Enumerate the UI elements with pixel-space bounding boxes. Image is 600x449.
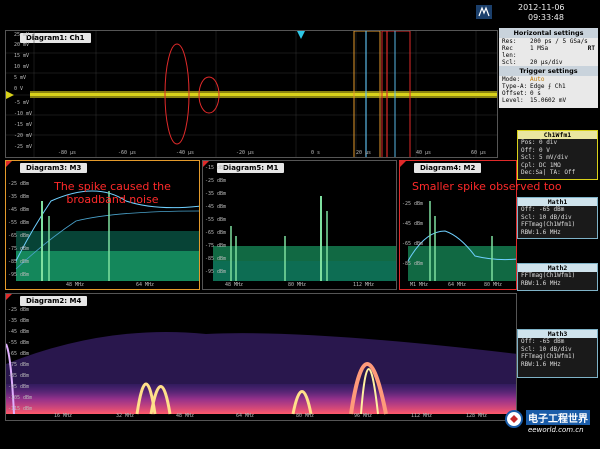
annotation-left: The spike caused the broadband noise (54, 180, 171, 206)
d1-xtick: -80 µs (58, 150, 77, 156)
d1-ytick: -10 mV (14, 111, 33, 117)
diagram1-ch1[interactable]: Diagram1: Ch1 25 mV 20 mV 15 mV 10 mV 5 … (5, 30, 498, 158)
watermark-en: eeworld.com.cn (528, 426, 584, 434)
d1-xtick: 40 µs (416, 150, 432, 156)
math3-box[interactable]: Math3 Off: -65 dBm Scl: 10 dB/div FFTmag… (517, 329, 598, 378)
d1-ytick: 0 V (14, 86, 24, 92)
d1-ytick: -15 mV (14, 122, 33, 128)
ch1-waveform-box[interactable]: Ch1Wfm1 Pos: 0 div Off: 0 V Scl: 5 mV/di… (517, 130, 598, 180)
rt-badge: RT (587, 45, 595, 52)
trigger-settings-title: Trigger settings (499, 66, 598, 76)
horizontal-settings-title: Horizontal settings (499, 28, 598, 38)
d1-ytick: 5 mV (14, 75, 27, 81)
annotation-right: Smaller spike observed too (412, 180, 562, 193)
d1-xtick: -60 µs (118, 150, 137, 156)
horizontal-settings-panel[interactable]: Horizontal settings Res: 200 ps / 5 GSa/s… (499, 28, 598, 66)
diagram5-m1[interactable]: Diagram5: M1 -15 dBm -25 dBm -35 dBm -45… (202, 160, 397, 290)
math3-title: Math3 (518, 330, 597, 338)
watermark-logo-icon (505, 410, 523, 428)
d1-ytick: 25 mV (14, 32, 30, 38)
d1-xtick: 20 µs (356, 150, 372, 156)
d1-ytick: -20 mV (14, 133, 33, 139)
math2-box[interactable]: Math2 FFTmag(Ch1Wfm1) RBW:1.6 MHz (517, 263, 598, 291)
d1-xtick: -20 µs (236, 150, 255, 156)
d1-xtick: -40 µs (176, 150, 195, 156)
diagram2-m4[interactable]: Diagram2: M4 -25 dBm -35 dBm -45 dBm -55… (5, 293, 517, 421)
d1-ytick: 20 mV (14, 42, 30, 48)
d1-xtick: 0 s (311, 150, 321, 156)
d1-ytick: 15 mV (14, 53, 30, 59)
math1-box[interactable]: Math1 Off: -65 dBm Scl: 10 dB/div FFTmag… (517, 197, 598, 239)
date-display: 2012-11-06 (518, 3, 565, 12)
brand-logo-icon (476, 4, 492, 19)
ch1-box-title: Ch1Wfm1 (518, 131, 597, 139)
d1-ytick: 10 mV (14, 64, 30, 70)
trigger-settings-panel[interactable]: Trigger settings Mode: Auto Type-A: Edge ⨍… (499, 66, 598, 108)
math2-title: Math2 (518, 264, 597, 272)
d1-ytick: -5 mV (14, 100, 30, 106)
d1-xtick: 60 µs (471, 150, 487, 156)
time-display: 09:33:48 (528, 13, 564, 22)
d1-ytick: -25 mV (14, 144, 33, 150)
watermark-cn: 电子工程世界 (526, 410, 590, 425)
math1-title: Math1 (518, 198, 597, 206)
